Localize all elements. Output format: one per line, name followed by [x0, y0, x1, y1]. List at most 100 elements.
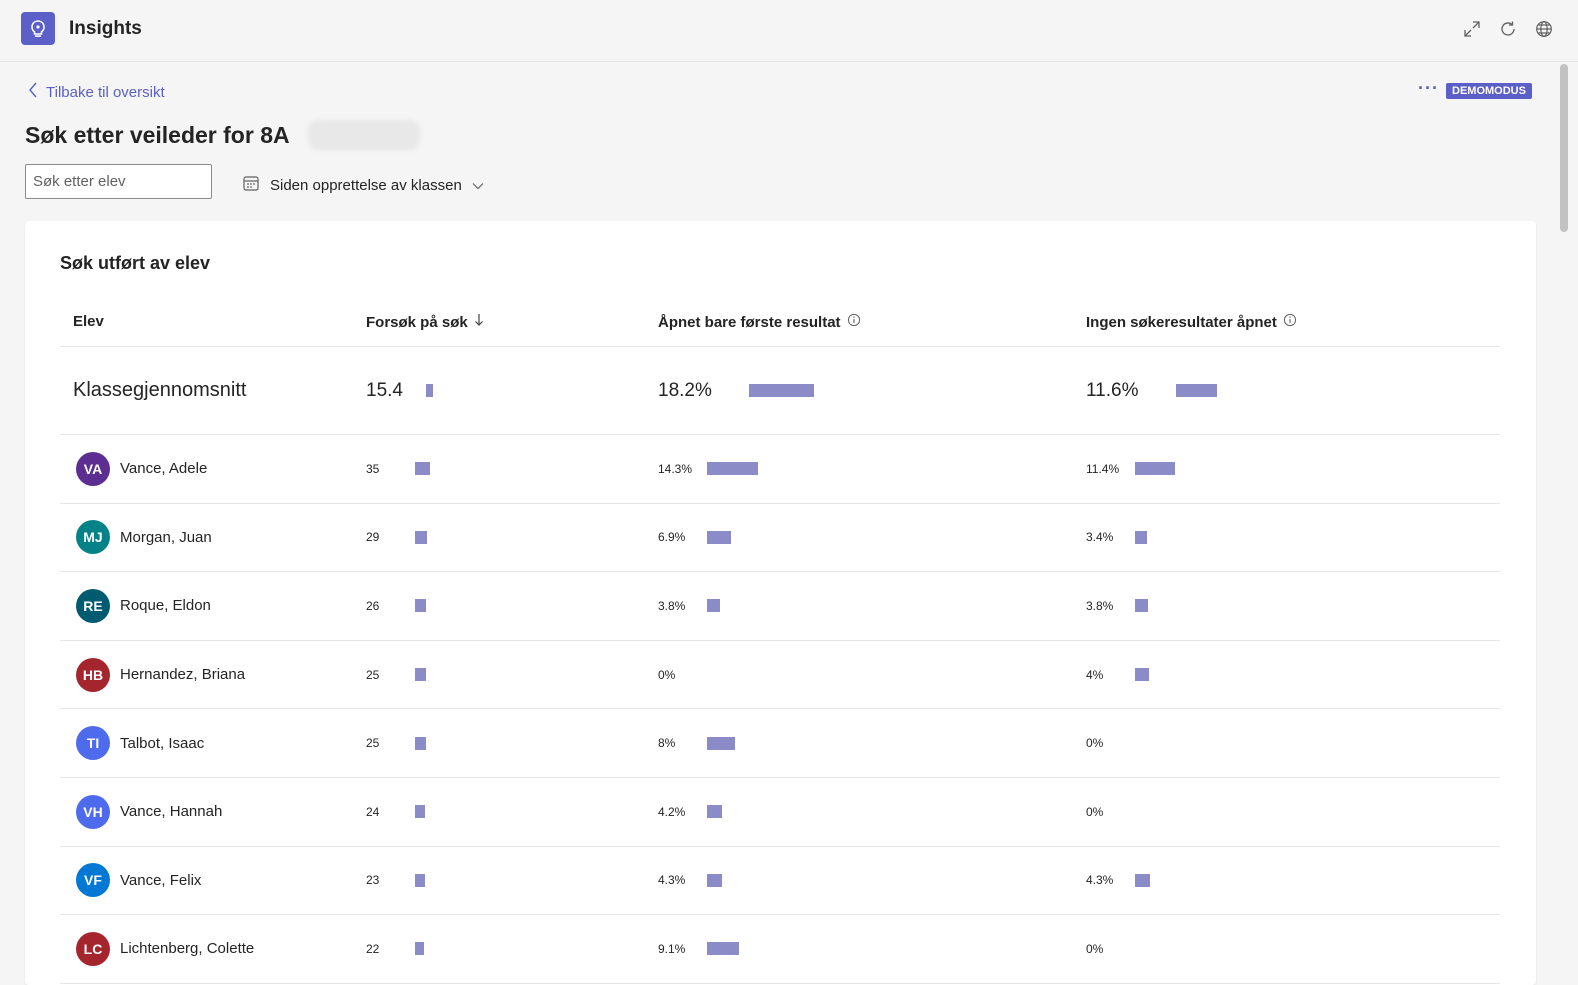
- first-result-bar: [707, 736, 736, 750]
- col-header-no-results[interactable]: Ingen søkeresultater åpnet: [1086, 313, 1297, 331]
- col-header-student[interactable]: Elev: [73, 313, 104, 330]
- student-search-card: Søk utført av elev Elev Forsøk på søk Åp…: [25, 221, 1536, 985]
- back-link[interactable]: Tilbake til oversikt: [28, 82, 165, 102]
- first-result-bar: [707, 805, 722, 819]
- info-icon[interactable]: [1283, 313, 1297, 331]
- attempts-value: 22: [366, 941, 380, 956]
- attempts-bar: [415, 805, 426, 819]
- student-name[interactable]: Hernandez, Briana: [120, 666, 245, 683]
- avg-no-results-value: 11.6%: [1086, 379, 1139, 401]
- student-name[interactable]: Vance, Felix: [120, 872, 201, 889]
- no-results-bar: [1135, 873, 1151, 887]
- student-name[interactable]: Roque, Eldon: [120, 597, 211, 614]
- no-results-bar: [1135, 668, 1150, 682]
- no-results-value: 0%: [1086, 941, 1104, 956]
- student-row[interactable]: MJ Morgan, Juan 29 6.9% 3.4%: [60, 504, 1500, 573]
- first-result-bar: [707, 873, 723, 887]
- first-result-value: 4.2%: [658, 804, 686, 819]
- first-result-bar: [707, 530, 732, 544]
- avg-attempts-value: 15.4: [366, 379, 403, 401]
- attempts-value: 23: [366, 873, 380, 888]
- col-header-first-result[interactable]: Åpnet bare første resultat: [658, 313, 861, 331]
- attempts-bar: [415, 873, 425, 887]
- avatar: VF: [76, 863, 110, 898]
- class-average-label: Klassegjennomsnitt: [73, 379, 247, 401]
- student-row[interactable]: TI Talbot, Isaac 25 8% 0%: [60, 709, 1500, 778]
- chevron-down-icon: [472, 177, 484, 194]
- first-result-bar: [707, 942, 740, 956]
- first-result-value: 6.9%: [658, 530, 686, 545]
- avg-attempts-bar: [426, 384, 433, 397]
- more-options-button[interactable]: ···: [1418, 78, 1439, 99]
- student-row[interactable]: VA Vance, Adele 35 14.3% 11.4%: [60, 435, 1500, 504]
- attempts-bar: [415, 462, 431, 476]
- no-results-value: 4%: [1086, 667, 1104, 682]
- date-range-label: Siden opprettelse av klassen: [270, 176, 462, 194]
- card-title: Søk utført av elev: [60, 253, 211, 273]
- calendar-icon: [242, 174, 260, 196]
- avatar: LC: [76, 931, 110, 966]
- student-name[interactable]: Lichtenberg, Colette: [120, 940, 254, 957]
- sort-descending-icon: [474, 313, 484, 331]
- expand-icon[interactable]: [1460, 17, 1484, 41]
- attempts-value: 25: [366, 736, 380, 751]
- app-title: Insights: [69, 18, 142, 39]
- avatar: RE: [76, 588, 110, 623]
- attempts-value: 35: [366, 461, 380, 476]
- lightbulb-icon[interactable]: [21, 12, 55, 45]
- first-result-value: 8%: [658, 736, 676, 751]
- first-result-value: 0%: [658, 667, 676, 682]
- avatar: MJ: [76, 520, 110, 555]
- attempts-bar: [415, 736, 426, 750]
- attempts-value: 29: [366, 530, 380, 545]
- attempts-value: 24: [366, 804, 380, 819]
- no-results-value: 0%: [1086, 804, 1104, 819]
- page-scrollbar[interactable]: [1560, 62, 1568, 985]
- redacted-class-name: [307, 120, 420, 150]
- no-results-value: 4.3%: [1086, 873, 1114, 888]
- top-app-bar: Insights: [0, 0, 1578, 62]
- no-results-value: 3.8%: [1086, 598, 1114, 613]
- student-row[interactable]: VH Vance, Hannah 24 4.2% 0%: [60, 778, 1500, 847]
- student-search-input[interactable]: [25, 164, 212, 199]
- demo-mode-badge: DEMOMODUS: [1446, 83, 1532, 99]
- avatar: HB: [76, 657, 110, 692]
- table-header: Elev Forsøk på søk Åpnet bare første res…: [60, 301, 1500, 347]
- avg-first-result-value: 18.2%: [658, 379, 712, 401]
- chevron-left-icon: [28, 82, 38, 102]
- page-title: Søk etter veileder for 8A: [25, 120, 420, 150]
- student-row[interactable]: RE Roque, Eldon 26 3.8% 3.8%: [60, 572, 1500, 641]
- no-results-value: 11.4%: [1086, 461, 1120, 476]
- class-average-row: Klassegjennomsnitt 15.4 18.2% 11.6%: [60, 347, 1500, 435]
- no-results-value: 3.4%: [1086, 530, 1114, 545]
- back-link-label: Tilbake til oversikt: [46, 83, 165, 101]
- no-results-bar: [1135, 599, 1149, 613]
- avatar: VA: [76, 451, 110, 486]
- student-search-table: Elev Forsøk på søk Åpnet bare første res…: [60, 301, 1500, 984]
- no-results-value: 0%: [1086, 736, 1104, 751]
- first-result-bar: [707, 462, 758, 476]
- col-header-attempts[interactable]: Forsøk på søk: [366, 313, 484, 331]
- first-result-value: 9.1%: [658, 941, 686, 956]
- student-name[interactable]: Morgan, Juan: [120, 529, 212, 546]
- student-name[interactable]: Talbot, Isaac: [120, 735, 204, 752]
- attempts-value: 25: [366, 667, 380, 682]
- student-row[interactable]: LC Lichtenberg, Colette 22 9.1% 0%: [60, 915, 1500, 984]
- info-icon[interactable]: [847, 313, 861, 331]
- first-result-value: 3.8%: [658, 598, 686, 613]
- scrollbar-thumb[interactable]: [1560, 64, 1568, 232]
- student-name[interactable]: Vance, Hannah: [120, 803, 222, 820]
- avatar: TI: [76, 726, 110, 761]
- attempts-bar: [415, 942, 425, 956]
- attempts-bar: [415, 530, 428, 544]
- date-range-dropdown[interactable]: Siden opprettelse av klassen: [242, 174, 484, 196]
- first-result-bar: [707, 599, 721, 613]
- student-name[interactable]: Vance, Adele: [120, 460, 207, 477]
- attempts-value: 26: [366, 598, 380, 613]
- globe-icon[interactable]: [1532, 17, 1556, 41]
- refresh-icon[interactable]: [1496, 17, 1520, 41]
- student-row[interactable]: VF Vance, Felix 23 4.3% 4.3%: [60, 847, 1500, 916]
- student-row[interactable]: HB Hernandez, Briana 25 0% 4%: [60, 641, 1500, 710]
- page-title-text: Søk etter veileder for 8A: [25, 121, 290, 148]
- avatar: VH: [76, 794, 110, 829]
